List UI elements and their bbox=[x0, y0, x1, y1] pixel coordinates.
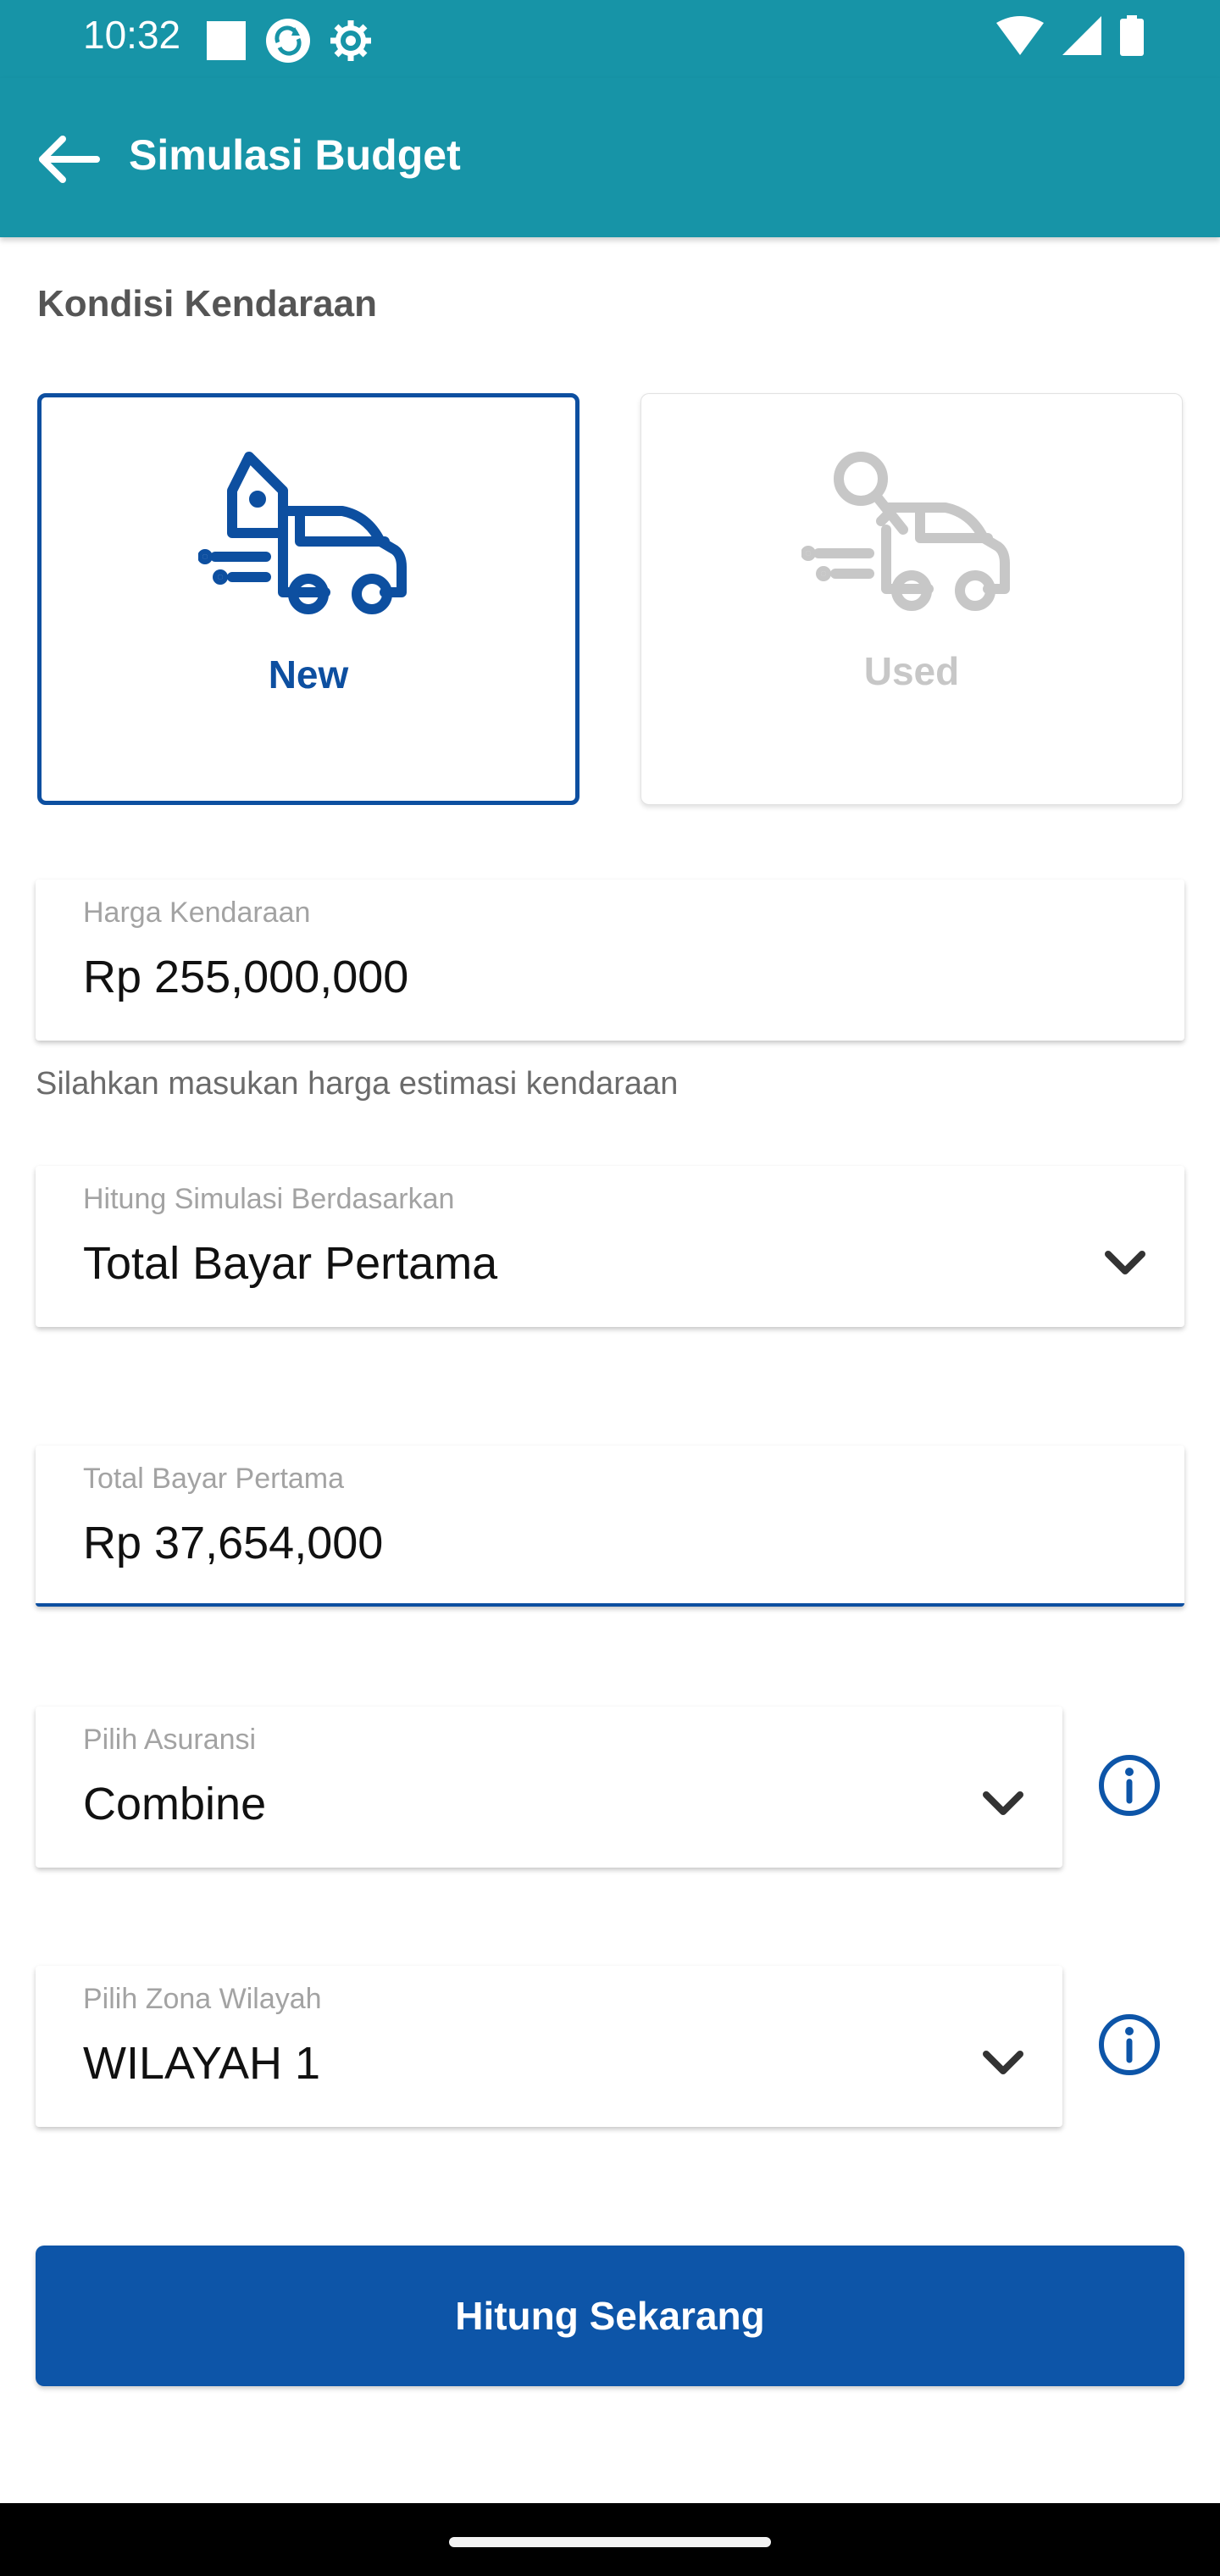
chevron-down-icon bbox=[1105, 1251, 1145, 1274]
battery-icon bbox=[1120, 15, 1144, 56]
calculate-now-button[interactable]: Hitung Sekarang bbox=[36, 2246, 1184, 2386]
insurance-info-button[interactable] bbox=[1093, 1749, 1166, 1822]
price-field-label: Harga Kendaraan bbox=[83, 897, 311, 929]
zone-select[interactable]: Pilih Zona Wilayah WILAYAH 1 bbox=[36, 1966, 1062, 2127]
status-left-icons bbox=[205, 17, 373, 64]
simulation-basis-value: Total Bayar Pertama bbox=[83, 1238, 498, 1289]
status-bar: 10:32 bbox=[0, 0, 1220, 78]
down-payment-input[interactable]: Total Bayar Pertama Rp 37,654,000 bbox=[36, 1446, 1184, 1607]
price-helper-text: Silahkan masukan harga estimasi kendaraa… bbox=[36, 1066, 679, 1102]
insurance-select[interactable]: Pilih Asuransi Combine bbox=[36, 1707, 1062, 1868]
simulation-basis-label: Hitung Simulasi Berdasarkan bbox=[83, 1183, 455, 1215]
cell-signal-icon bbox=[1062, 16, 1101, 55]
page-title: Simulasi Budget bbox=[129, 131, 461, 179]
condition-card-new[interactable]: New bbox=[37, 393, 580, 805]
down-payment-label: Total Bayar Pertama bbox=[83, 1463, 345, 1495]
app-bar: Simulasi Budget bbox=[0, 78, 1220, 237]
home-gesture-handle[interactable] bbox=[449, 2537, 771, 2547]
price-field[interactable]: Harga Kendaraan Rp 255,000,000 bbox=[36, 880, 1184, 1041]
notification-square-icon bbox=[207, 21, 246, 60]
settings-gear-icon bbox=[330, 20, 371, 61]
zone-info-button[interactable] bbox=[1093, 2008, 1166, 2081]
back-button[interactable] bbox=[32, 124, 103, 195]
chevron-down-icon bbox=[983, 2051, 1023, 2074]
simulation-basis-select[interactable]: Hitung Simulasi Berdasarkan Total Bayar … bbox=[36, 1166, 1184, 1327]
info-icon bbox=[1099, 2014, 1160, 2075]
status-right-icons bbox=[996, 15, 1144, 56]
status-time: 10:32 bbox=[83, 13, 181, 57]
wifi-icon bbox=[996, 16, 1044, 55]
condition-card-used[interactable]: Used bbox=[640, 393, 1183, 805]
zone-value: WILAYAH 1 bbox=[83, 2038, 321, 2089]
price-field-value: Rp 255,000,000 bbox=[83, 952, 409, 1002]
down-payment-value: Rp 37,654,000 bbox=[83, 1518, 384, 1568]
system-nav-bar bbox=[0, 2503, 1220, 2576]
chevron-down-icon bbox=[983, 1791, 1023, 1815]
condition-label-used: Used bbox=[863, 649, 960, 693]
section-title: Kondisi Kendaraan bbox=[37, 283, 377, 325]
sync-icon bbox=[266, 19, 310, 63]
insurance-label: Pilih Asuransi bbox=[83, 1724, 257, 1756]
arrow-left-icon bbox=[39, 136, 100, 183]
new-vehicle-tag-icon bbox=[198, 452, 407, 614]
zone-label: Pilih Zona Wilayah bbox=[83, 1983, 322, 2015]
info-icon bbox=[1099, 1755, 1160, 1816]
used-vehicle-key-icon bbox=[801, 452, 1010, 611]
insurance-value: Combine bbox=[83, 1779, 267, 1829]
condition-label-new: New bbox=[268, 652, 349, 697]
